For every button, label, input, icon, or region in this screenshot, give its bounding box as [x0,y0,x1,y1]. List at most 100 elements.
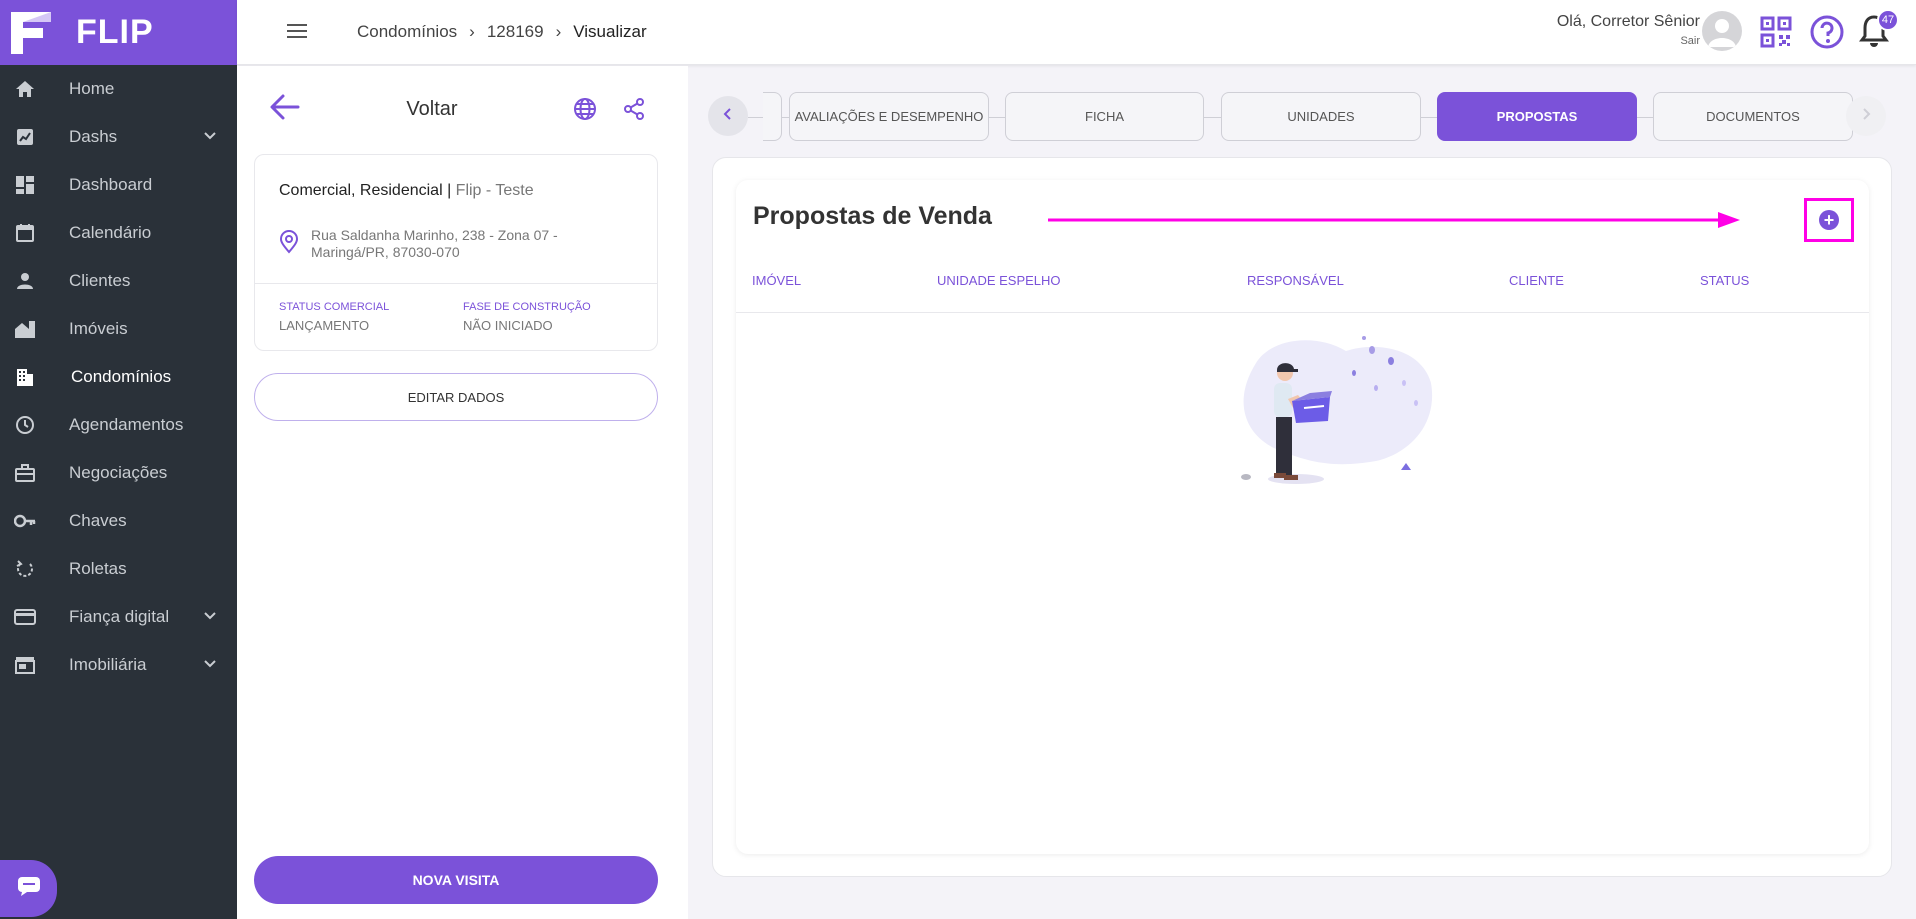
address-line-2: Maringá/PR, 87030-070 [311,244,460,260]
notification-badge: 47 [1877,9,1899,31]
dashboard-icon [14,174,36,196]
address: Rua Saldanha Marinho, 238 - Zona 07 - Ma… [311,227,591,261]
topbar: Condomínios › 128169 › Visualizar Olá, C… [237,0,1916,65]
sidebar-item-agendamentos[interactable]: Agendamentos [0,401,237,449]
sidebar-item-label: Dashboard [69,175,153,194]
address-line-1: Rua Saldanha Marinho, 238 - Zona 07 - [311,227,558,243]
sidebar-item-imobiliaria[interactable]: Imobiliária [0,641,237,689]
tab-ficha[interactable]: FICHA [1005,92,1204,141]
buildings-icon [14,318,36,340]
tabs-scroll-right-button[interactable] [1846,96,1886,136]
chevron-left-icon [723,107,733,125]
tab-documentos[interactable]: DOCUMENTOS [1653,92,1853,141]
tab-propostas[interactable]: PROPOSTAS [1437,92,1637,141]
sidebar-item-clientes[interactable]: Clientes [0,257,237,305]
empty-state-illustration [1226,333,1436,498]
globe-icon[interactable] [573,97,597,126]
sidebar-item-imoveis[interactable]: Imóveis [0,305,237,353]
share-icon[interactable] [622,97,646,126]
add-proposal-button[interactable]: + [1819,210,1839,230]
chevron-right-icon [1861,107,1871,125]
sidebar-item-roletas[interactable]: Roletas [0,545,237,593]
sidebar-item-label: Chaves [69,511,127,530]
sales-proposals-card: Propostas de Venda + IMÓVEL UNIDADE ESPE… [736,180,1869,854]
user-greeting: Olá, Corretor Sênior Sair [1557,13,1700,47]
sidebar-item-condominios[interactable]: Condomínios [0,353,237,401]
tab-unidades[interactable]: UNIDADES [1221,92,1421,141]
sidebar: FLIP Home Dashs Dashboard Calendário Cli… [0,0,237,919]
sidebar-item-label: Clientes [69,271,131,290]
chevron-down-icon [203,608,217,628]
table-header: IMÓVEL UNIDADE ESPELHO RESPONSÁVEL CLIEN… [736,273,1869,313]
status-label: STATUS COMERCIAL [279,301,390,313]
sidebar-nav: Home Dashs Dashboard Calendário Clientes… [0,65,237,689]
chevron-right-icon: › [469,22,475,41]
building-icon [14,366,36,388]
brand-header[interactable]: FLIP [0,0,237,65]
tab-avaliacoes[interactable]: AVALIAÇÕES E DESEMPENHO [789,92,989,141]
back-label[interactable]: Voltar [237,98,627,121]
add-proposal-highlight: + [1804,198,1854,242]
condominium-card: Comercial, Residencial | Flip - Teste Ru… [254,154,658,351]
chevron-right-icon: › [555,22,562,41]
sidebar-item-label: Condomínios [71,367,172,386]
sidebar-item-fianca-digital[interactable]: Fiança digital [0,593,237,641]
sidebar-item-chaves[interactable]: Chaves [0,497,237,545]
qr-code-icon[interactable] [1760,16,1792,53]
sidebar-item-label: Roletas [69,559,127,578]
breadcrumb: Condomínios › 128169 › Visualizar [357,22,647,42]
column-header-status[interactable]: STATUS [1700,273,1749,288]
sidebar-item-negociacoes[interactable]: Negociações [0,449,237,497]
type-label: Comercial, Residencial | [279,182,452,199]
card-icon [14,606,36,628]
tab-hidden-partial[interactable] [763,92,782,141]
logout-link[interactable]: Sair [1557,35,1700,47]
key-icon [14,510,36,532]
sidebar-item-dashs[interactable]: Dashs [0,113,237,161]
tab-bar: AVALIAÇÕES E DESEMPENHO FICHA UNIDADES P… [708,92,1886,142]
annotation-arrow-icon [1048,210,1748,235]
new-visit-button[interactable]: NOVA VISITA [254,856,658,904]
brand-name: FLIP [76,13,154,51]
column-header-unidade-espelho[interactable]: UNIDADE ESPELHO [937,273,1061,288]
greeting-text: Olá, Corretor Sênior [1556,13,1700,30]
condominium-name: Flip - Teste [455,182,534,199]
avatar[interactable] [1702,11,1742,51]
column-header-responsavel[interactable]: RESPONSÁVEL [1247,273,1344,288]
sidebar-item-label: Home [69,79,115,98]
sidebar-item-label: Imóveis [69,319,128,338]
clock-icon [14,414,36,436]
sidebar-item-label: Dashs [69,127,118,146]
store-icon [14,654,36,676]
flip-logo-icon [9,10,53,56]
phase-value: NÃO INICIADO [463,318,553,333]
sidebar-item-label: Fiança digital [69,607,170,626]
chevron-down-icon [203,128,217,148]
location-pin-icon [279,230,299,259]
column-header-cliente[interactable]: CLIENTE [1509,273,1564,288]
menu-icon[interactable] [287,24,307,40]
phase-label: FASE DE CONSTRUÇÃO [463,301,591,313]
tabs-scroll-left-button[interactable] [708,96,748,136]
sidebar-item-label: Agendamentos [69,415,184,434]
calendar-icon [14,222,36,244]
help-icon[interactable] [1809,14,1845,55]
home-icon [14,78,36,100]
section-title: Propostas de Venda [753,202,992,230]
sidebar-item-home[interactable]: Home [0,65,237,113]
chat-button[interactable] [0,860,57,917]
sidebar-item-dashboard[interactable]: Dashboard [0,161,237,209]
person-icon [14,270,36,292]
chart-icon [14,126,36,148]
sidebar-item-label: Imobiliária [69,655,147,674]
chevron-down-icon [203,656,217,676]
breadcrumb-item[interactable]: Condomínios [357,22,457,42]
sidebar-item-label: Negociações [69,463,168,482]
edit-data-button[interactable]: EDITAR DADOS [254,373,658,421]
sidebar-item-label: Calendário [69,223,152,242]
divider [255,283,657,284]
column-header-imovel[interactable]: IMÓVEL [752,273,801,288]
breadcrumb-item[interactable]: 128169 [487,22,544,42]
sidebar-item-calendario[interactable]: Calendário [0,209,237,257]
chat-icon [17,875,41,902]
